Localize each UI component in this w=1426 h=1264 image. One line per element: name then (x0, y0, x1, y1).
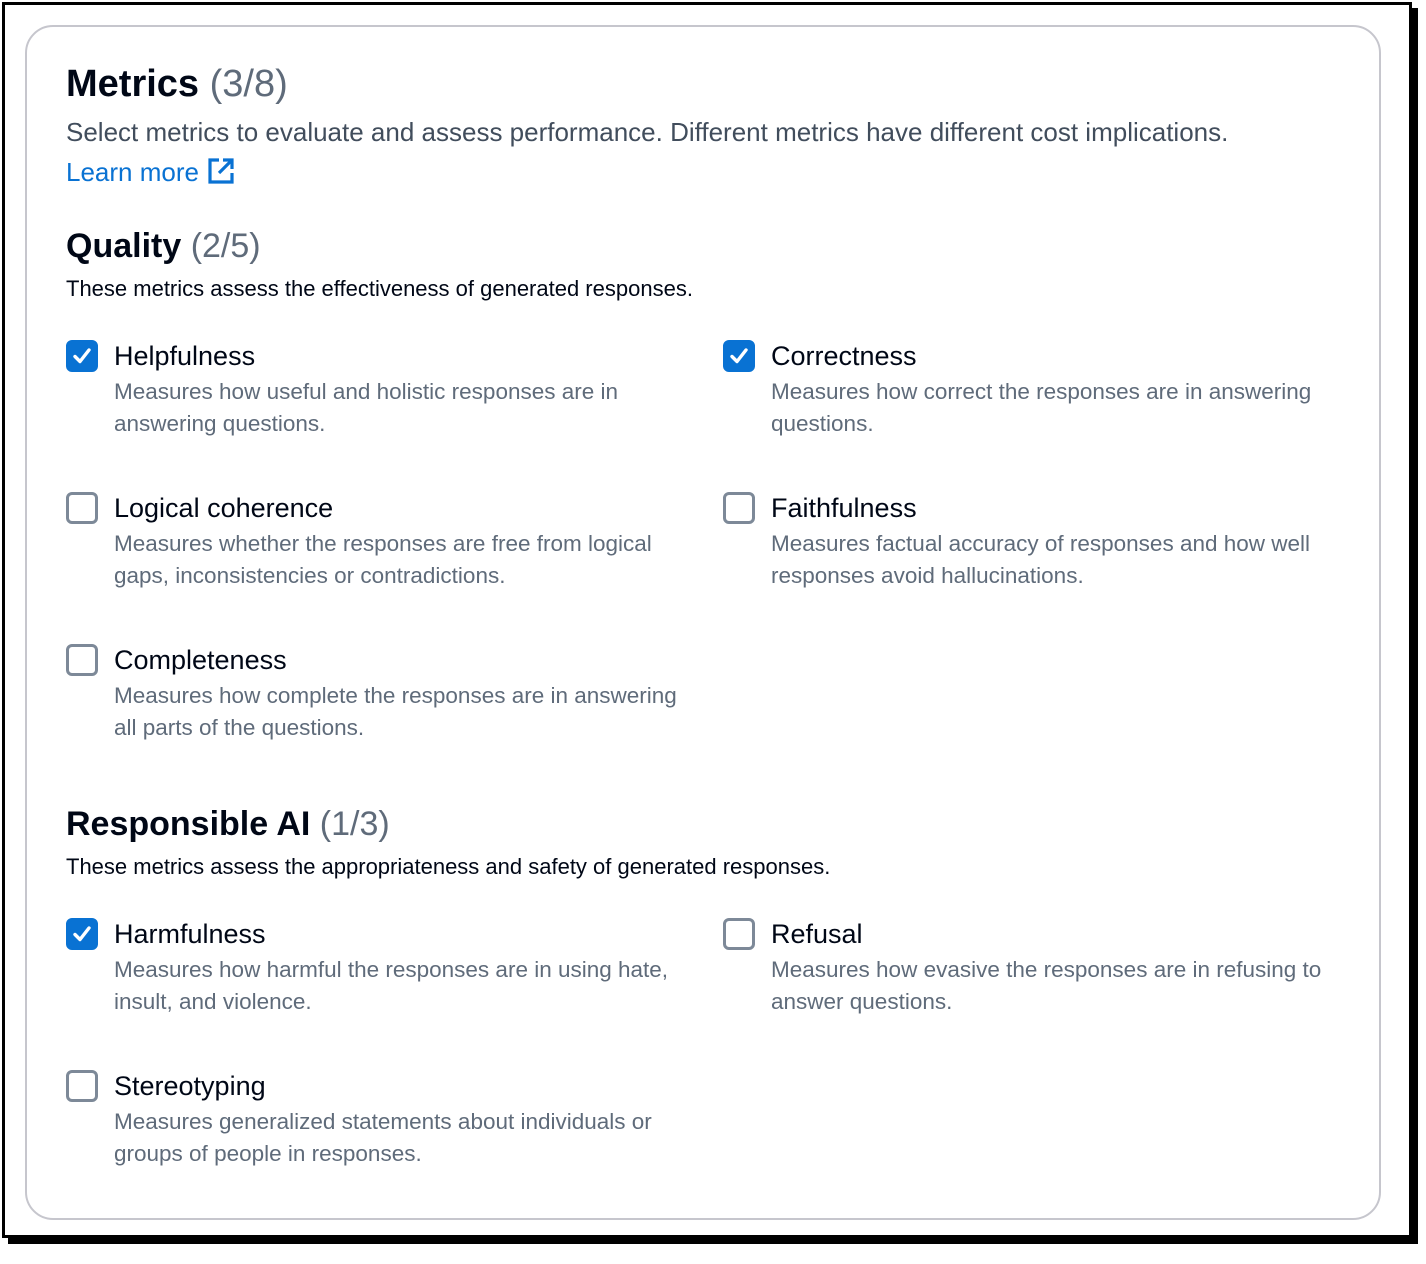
learn-more-link[interactable]: Learn more (66, 157, 235, 187)
faithfulness-checkbox[interactable] (723, 492, 755, 524)
correctness-checkbox[interactable] (723, 340, 755, 372)
responsible-ai-title: Responsible AI (66, 805, 311, 843)
metric-description: Measures how correct the responses are i… (771, 379, 1312, 436)
metric-label[interactable]: Faithfulness (771, 488, 917, 528)
metrics-description: Select metrics to evaluate and assess pe… (66, 112, 1246, 192)
metrics-title: Metrics (66, 63, 200, 105)
metric-description: Measures whether the responses are free … (114, 531, 652, 588)
metrics-count: (3/8) (209, 63, 288, 105)
metric-description: Measures how complete the responses are … (114, 683, 677, 740)
metric-description: Measures how evasive the responses are i… (771, 957, 1322, 1014)
metric-label[interactable]: Correctness (771, 336, 917, 376)
metric-description: Measures generalized statements about in… (114, 1109, 652, 1166)
checkmark-icon (730, 348, 748, 364)
metric-description: Measures how harmful the responses are i… (114, 957, 669, 1014)
metric-label[interactable]: Harmfulness (114, 914, 266, 954)
metric-label[interactable]: Refusal (771, 914, 863, 954)
metric-description: Measures factual accuracy of responses a… (771, 531, 1311, 588)
responsible-ai-heading: Responsible AI (1/3) (66, 802, 390, 846)
metrics-heading: Metrics (3/8) (66, 60, 288, 108)
stereotyping-checkbox[interactable] (66, 1070, 98, 1102)
quality-count: (2/5) (190, 227, 261, 265)
logical-coherence-checkbox[interactable] (66, 492, 98, 524)
metric-description: Measures how useful and holistic respons… (114, 379, 619, 436)
responsible-ai-description: These metrics assess the appropriateness… (66, 854, 831, 879)
metric-label[interactable]: Stereotyping (114, 1066, 266, 1106)
metrics-container (25, 25, 1381, 1220)
quality-title: Quality (66, 227, 182, 265)
learn-more-label: Learn more (66, 157, 199, 187)
metrics-description-text: Select metrics to evaluate and assess pe… (66, 117, 1229, 147)
quality-heading: Quality (2/5) (66, 224, 261, 268)
checkmark-icon (73, 926, 91, 942)
metric-label[interactable]: Helpfulness (114, 336, 255, 376)
helpfulness-checkbox[interactable] (66, 340, 98, 372)
responsible-ai-count: (1/3) (319, 805, 390, 843)
refusal-checkbox[interactable] (723, 918, 755, 950)
harmfulness-checkbox[interactable] (66, 918, 98, 950)
external-link-icon (208, 158, 234, 184)
metric-label[interactable]: Logical coherence (114, 488, 333, 528)
metric-label[interactable]: Completeness (114, 640, 287, 680)
checkmark-icon (73, 348, 91, 364)
completeness-checkbox[interactable] (66, 644, 98, 676)
quality-description: These metrics assess the effectiveness o… (66, 276, 693, 301)
